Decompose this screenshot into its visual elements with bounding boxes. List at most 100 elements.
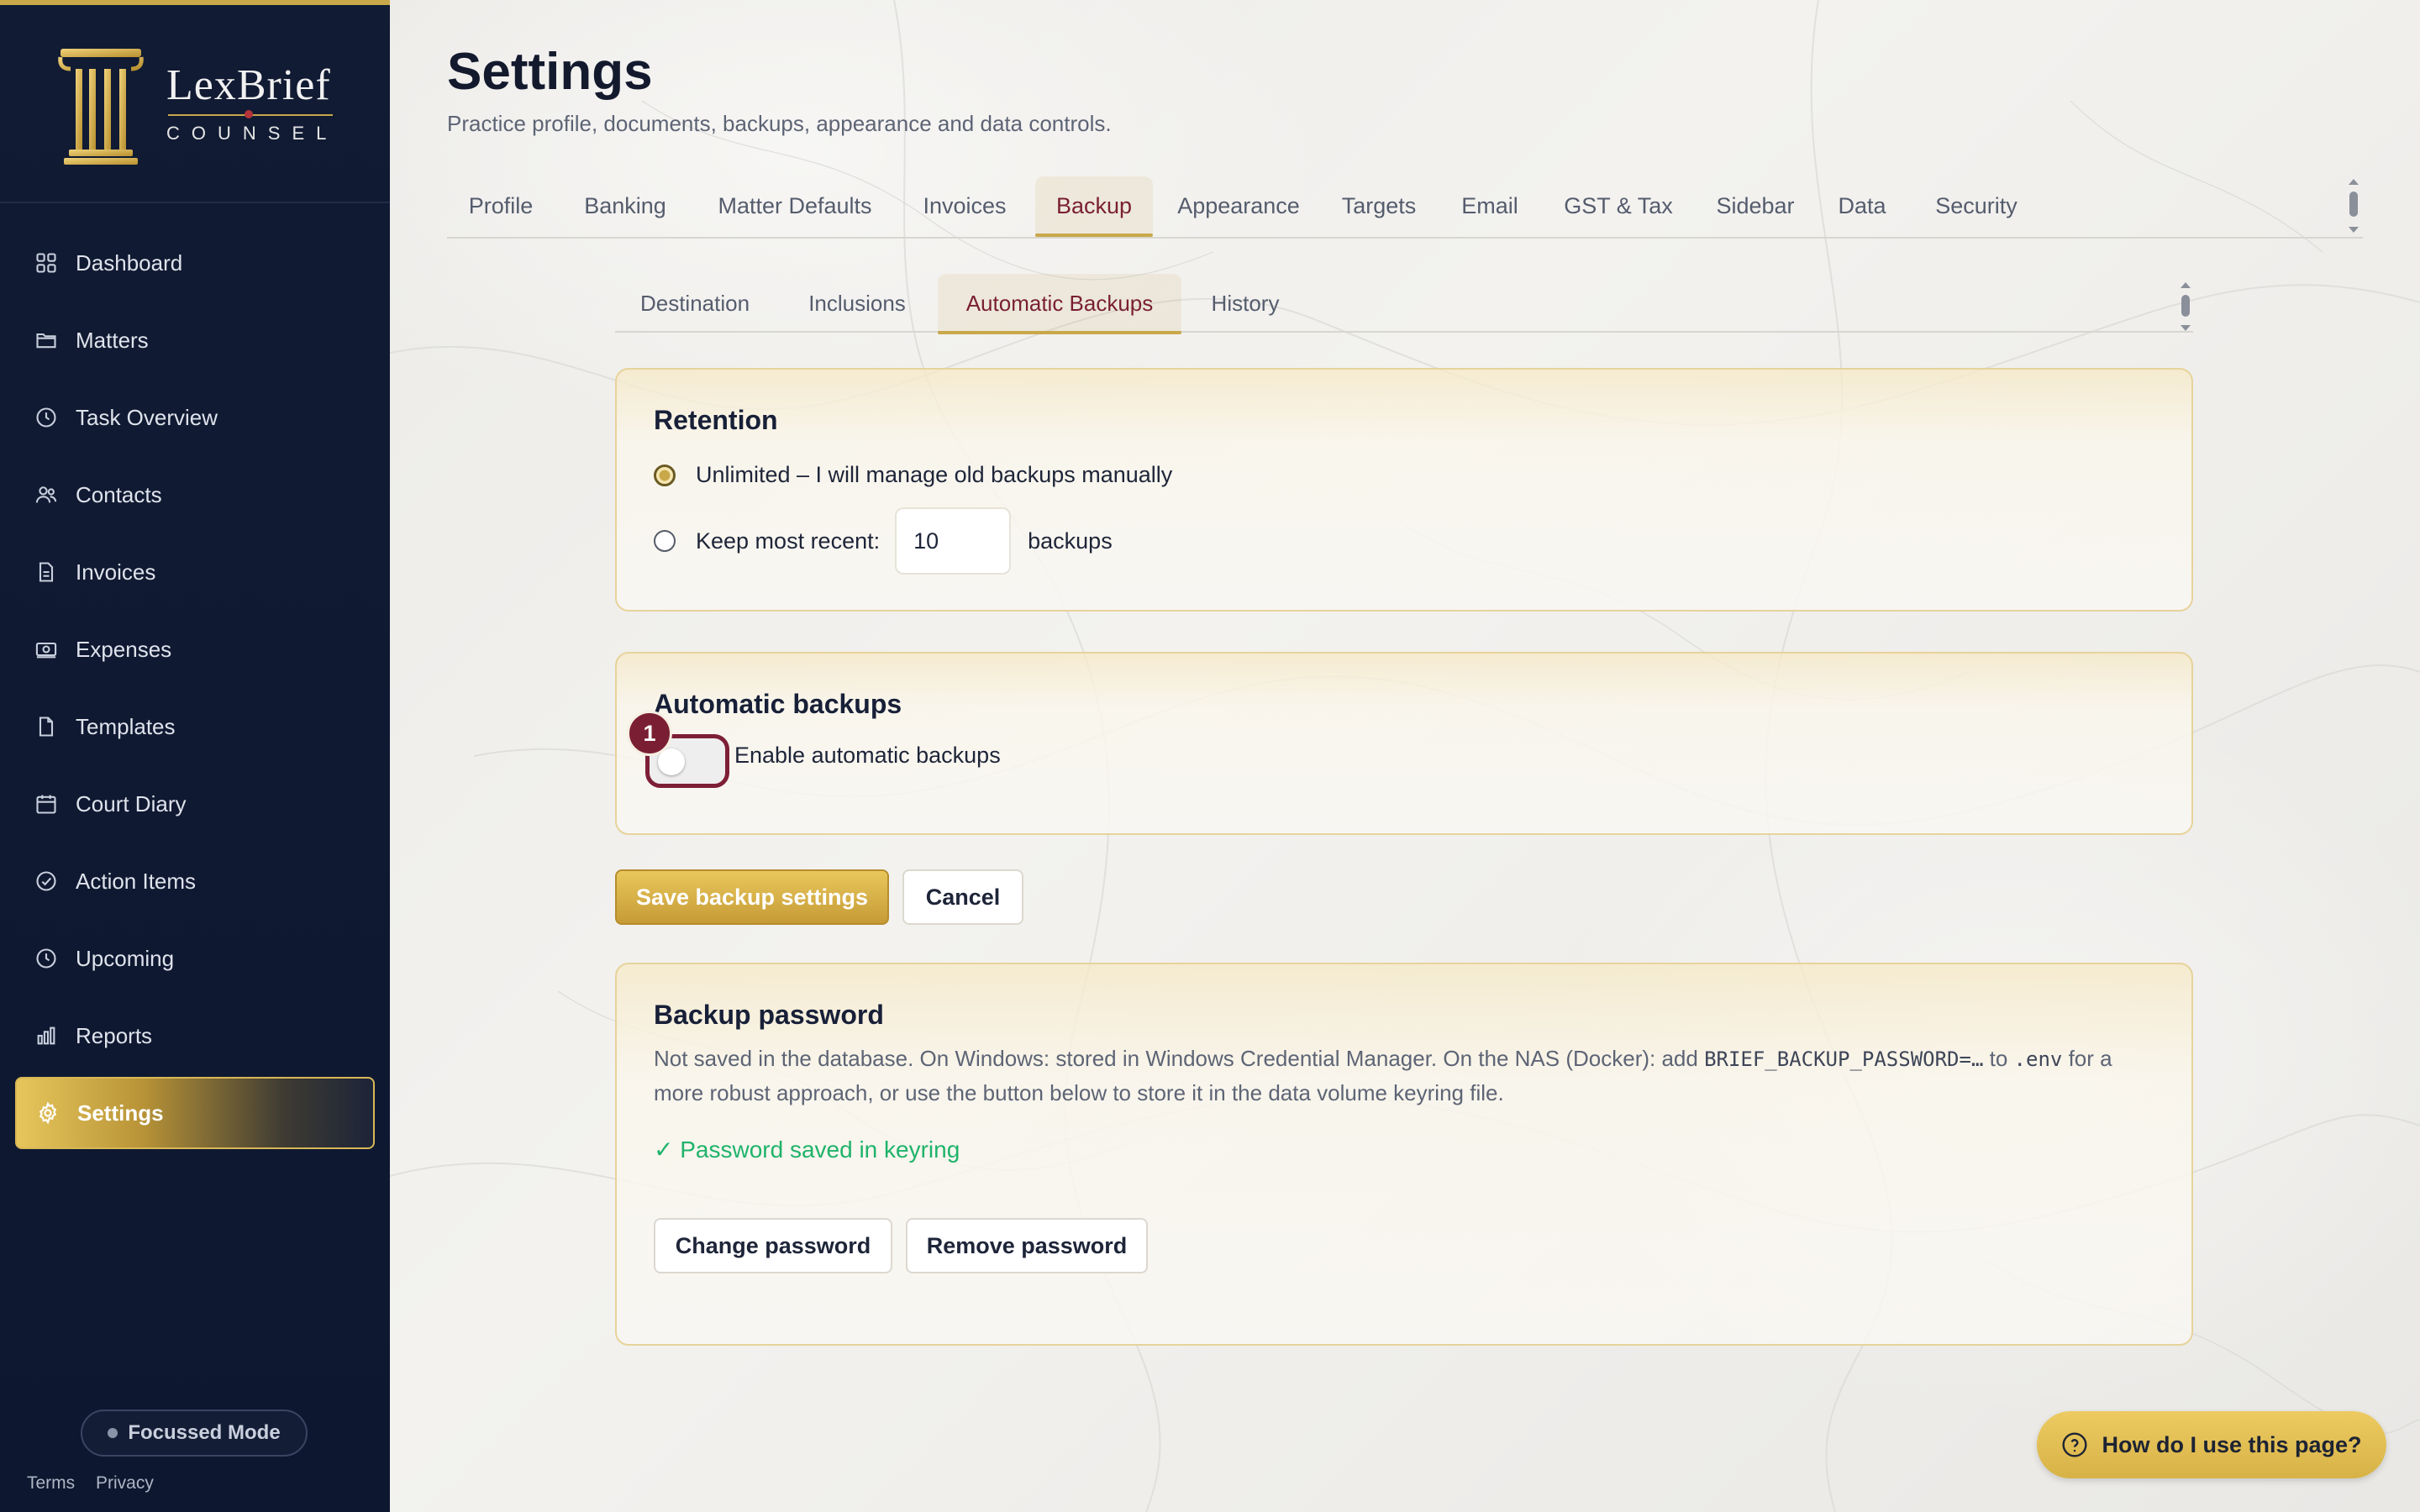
sidebar-item-contacts[interactable]: Contacts xyxy=(15,459,375,531)
backup-password-title: Backup password xyxy=(654,1000,884,1030)
radio-keep-recent[interactable] xyxy=(654,530,676,552)
backup-password-description: Not saved in the database. On Windows: s… xyxy=(654,1042,2158,1110)
sidebar-item-settings[interactable]: Settings xyxy=(15,1077,375,1149)
privacy-link[interactable]: Privacy xyxy=(96,1473,154,1494)
sidebar-item-label: Templates xyxy=(76,713,176,739)
automatic-backups-card: Automatic backups 1 Enable automatic bac… xyxy=(615,652,2193,835)
tab-email[interactable]: Email xyxy=(1444,176,1536,235)
sidebar-item-upcoming[interactable]: Upcoming xyxy=(15,922,375,995)
tab-matter-defaults[interactable]: Matter Defaults xyxy=(697,176,892,235)
tab-gst-tax[interactable]: GST & Tax xyxy=(1548,176,1689,235)
subtab-destination[interactable]: Destination xyxy=(615,274,775,333)
enable-automatic-backups-label[interactable]: Enable automatic backups xyxy=(734,743,1001,769)
save-backup-settings-button[interactable]: Save backup settings xyxy=(615,869,889,925)
grid-icon xyxy=(34,250,59,276)
status-dot-icon xyxy=(108,1428,118,1438)
cancel-button[interactable]: Cancel xyxy=(902,869,1023,925)
brand-name: LexBrief xyxy=(166,61,331,109)
calendar-icon xyxy=(34,791,59,816)
cash-icon xyxy=(34,637,59,662)
tab-appearance[interactable]: Appearance xyxy=(1163,176,1314,235)
tab-targets[interactable]: Targets xyxy=(1326,176,1432,235)
sidebar-item-templates[interactable]: Templates xyxy=(15,690,375,763)
tabs-scrollbar[interactable] xyxy=(2346,176,2361,235)
subtab-inclusions[interactable]: Inclusions xyxy=(783,274,931,333)
env-file-code: .env xyxy=(2013,1047,2063,1071)
pillar-logo-icon xyxy=(58,49,144,165)
document-icon xyxy=(34,559,59,585)
folder-icon xyxy=(34,328,59,353)
sidebar-item-reports[interactable]: Reports xyxy=(15,1000,375,1072)
backup-password-card: Backup password Not saved in the databas… xyxy=(615,963,2193,1346)
brand-dot xyxy=(245,110,253,118)
bar-chart-icon xyxy=(34,1023,59,1048)
sidebar-item-label: Contacts xyxy=(76,481,162,507)
brand-logo[interactable]: LexBrief COUNSEL xyxy=(57,44,343,170)
tab-banking[interactable]: Banking xyxy=(565,176,686,235)
tab-backup[interactable]: Backup xyxy=(1035,176,1153,237)
sidebar-item-label: Invoices xyxy=(76,559,156,585)
gear-icon xyxy=(35,1100,60,1126)
sidebar-item-label: Task Overview xyxy=(76,404,218,430)
file-icon xyxy=(34,714,59,739)
sidebar-item-dashboard[interactable]: Dashboard xyxy=(15,227,375,299)
sidebar-item-court-diary[interactable]: Court Diary xyxy=(15,768,375,840)
sidebar-item-label: Expenses xyxy=(76,636,172,662)
sidebar-item-expenses[interactable]: Expenses xyxy=(15,613,375,685)
focussed-mode-button[interactable]: Focussed Mode xyxy=(81,1410,308,1457)
backup-subtabs: Destination Inclusions Automatic Backups… xyxy=(615,274,2193,334)
subtab-automatic-backups[interactable]: Automatic Backups xyxy=(938,274,1181,334)
page-subtitle: Practice profile, documents, backups, ap… xyxy=(447,111,1112,136)
sidebar-item-label: Action Items xyxy=(76,868,197,894)
step-badge: 1 xyxy=(627,711,672,756)
users-icon xyxy=(34,482,59,507)
page-title: Settings xyxy=(447,43,653,101)
sidebar-item-label: Reports xyxy=(76,1022,153,1048)
sidebar-item-label: Dashboard xyxy=(76,249,183,276)
tab-security[interactable]: Security xyxy=(1914,176,2039,235)
enable-automatic-backups-toggle[interactable]: 1 xyxy=(627,711,736,795)
toggle-knob xyxy=(658,748,685,775)
keep-count-input[interactable]: 10 xyxy=(895,507,1012,575)
sidebar-item-label: Court Diary xyxy=(76,790,187,816)
brand-subtitle: COUNSEL xyxy=(166,123,339,144)
retention-keep-label: Keep most recent: xyxy=(696,528,881,554)
retention-keep-suffix: backups xyxy=(1028,528,1113,554)
sidebar-item-task-overview[interactable]: Task Overview xyxy=(15,381,375,454)
help-button[interactable]: How do I use this page? xyxy=(2037,1411,2386,1478)
sidebar-item-invoices[interactable]: Invoices xyxy=(15,536,375,608)
help-label: How do I use this page? xyxy=(2102,1431,2362,1457)
remove-password-button[interactable]: Remove password xyxy=(906,1218,1148,1273)
sidebar-item-label: Settings xyxy=(77,1100,164,1126)
sidebar-divider xyxy=(0,202,390,203)
retention-unlimited-label: Unlimited – I will manage old backups ma… xyxy=(696,462,1173,487)
retention-keep-option[interactable]: Keep most recent: 10 backups xyxy=(654,507,1113,575)
radio-unlimited[interactable] xyxy=(654,464,676,486)
tab-data[interactable]: Data xyxy=(1822,176,1902,235)
tab-profile[interactable]: Profile xyxy=(447,176,555,235)
sidebar: LexBrief COUNSEL Dashboard Matters Task … xyxy=(0,0,390,1512)
clock-icon xyxy=(34,946,59,971)
tab-invoices[interactable]: Invoices xyxy=(904,176,1025,235)
retention-unlimited-option[interactable]: Unlimited – I will manage old backups ma… xyxy=(654,462,1172,488)
focussed-mode-label: Focussed Mode xyxy=(128,1421,281,1444)
check-circle-icon xyxy=(34,869,59,894)
retention-title: Retention xyxy=(654,405,778,435)
desc-part-1: Not saved in the database. On Windows: s… xyxy=(654,1046,1705,1071)
env-var-code: BRIEF_BACKUP_PASSWORD=… xyxy=(1704,1047,1984,1071)
password-status: ✓ Password saved in keyring xyxy=(654,1137,960,1163)
subtabs-scrollbar[interactable] xyxy=(2178,277,2193,336)
sidebar-item-label: Upcoming xyxy=(76,945,175,971)
question-icon xyxy=(2062,1432,2088,1457)
automatic-backups-title: Automatic backups xyxy=(654,689,902,719)
terms-link[interactable]: Terms xyxy=(27,1473,75,1494)
clock-icon xyxy=(34,405,59,430)
subtab-history[interactable]: History xyxy=(1190,274,1301,333)
settings-tabs: Profile Banking Matter Defaults Invoices… xyxy=(447,176,2363,239)
sidebar-nav: Dashboard Matters Task Overview Contacts… xyxy=(15,227,375,1154)
desc-part-2: to xyxy=(1983,1046,2014,1071)
sidebar-item-matters[interactable]: Matters xyxy=(15,304,375,376)
tab-sidebar[interactable]: Sidebar xyxy=(1701,176,1810,235)
sidebar-item-action-items[interactable]: Action Items xyxy=(15,845,375,917)
change-password-button[interactable]: Change password xyxy=(654,1218,892,1273)
